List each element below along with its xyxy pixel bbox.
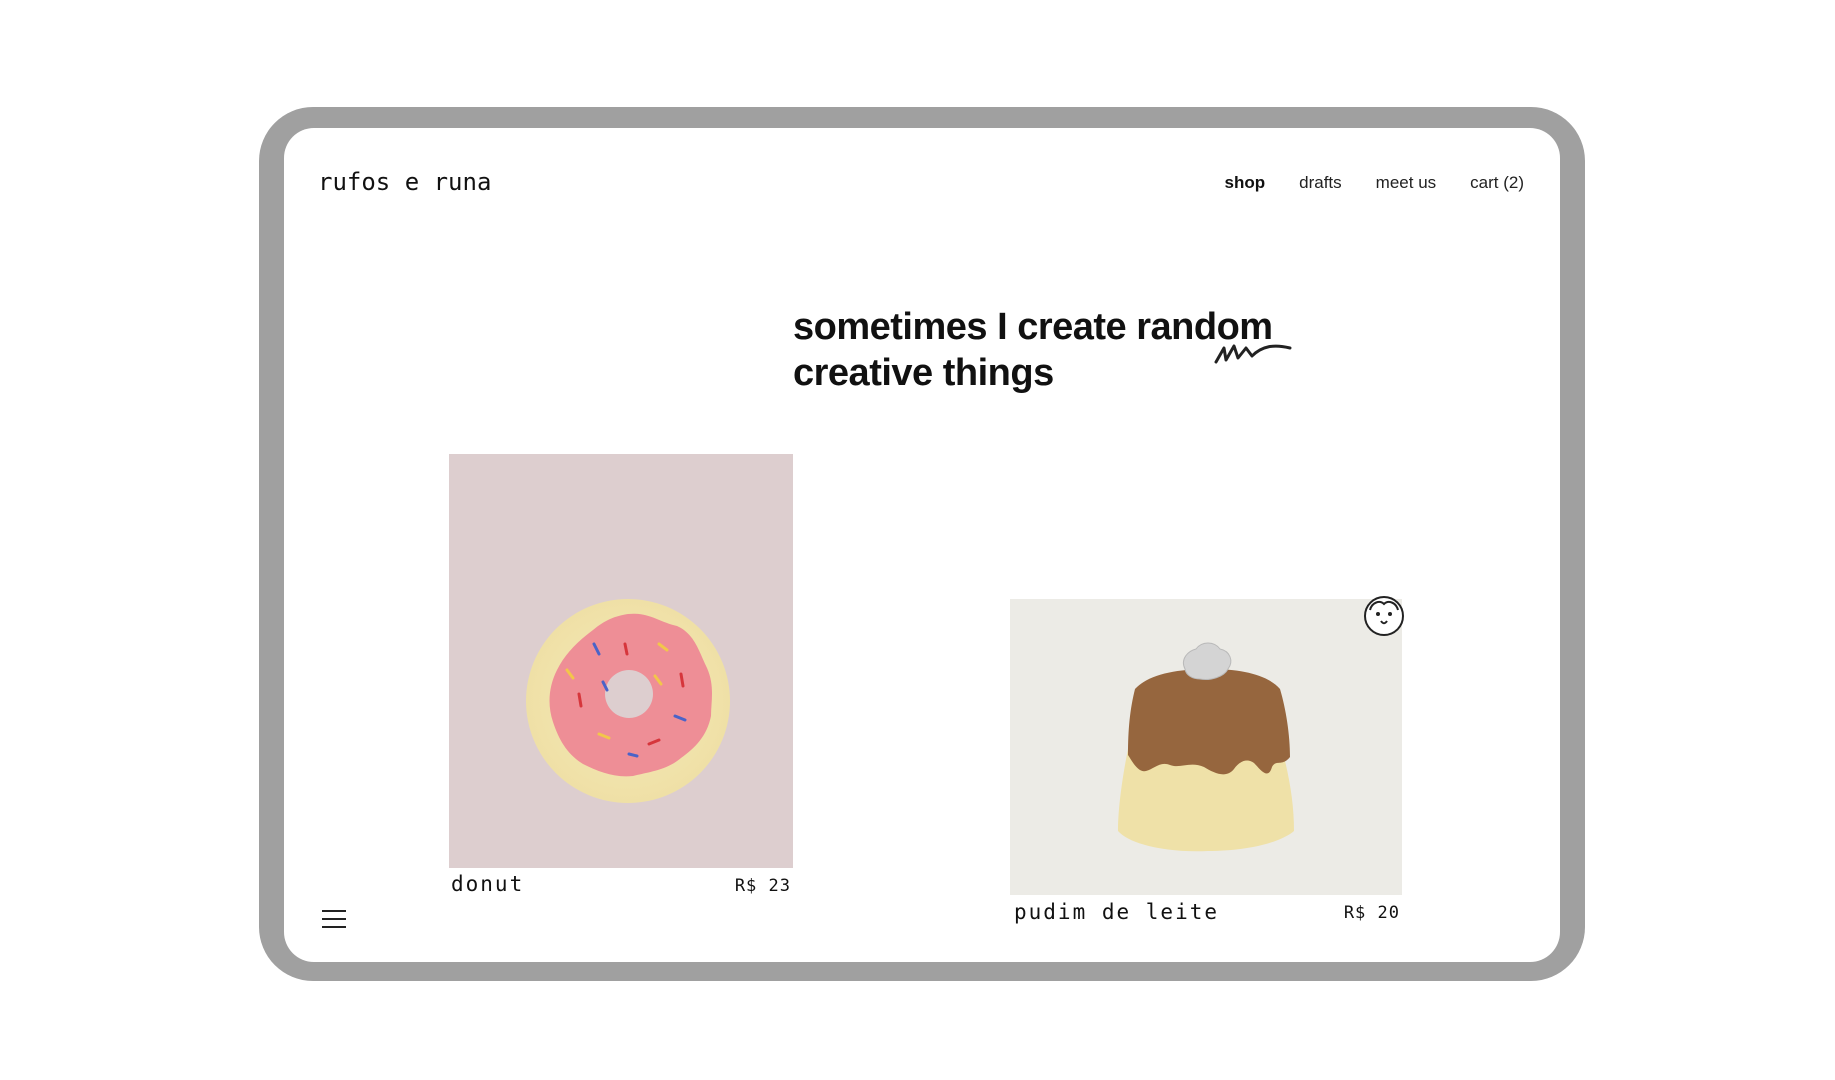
main-nav: shop drafts meet us cart (2)	[1191, 173, 1524, 193]
pudim-illustration	[1118, 642, 1294, 852]
hero-heading: sometimes I create random creative thing…	[793, 304, 1273, 396]
hero-line-1: sometimes I create random	[793, 306, 1273, 348]
product-price-donut: R$ 23	[734, 876, 791, 896]
product-name-pudim[interactable]: pudim de leite	[1014, 900, 1219, 924]
product-price-pudim: R$ 20	[1343, 903, 1400, 923]
nav-cart[interactable]: cart (2)	[1470, 173, 1524, 193]
dog-face-icon	[1364, 596, 1404, 636]
hamburger-menu-icon[interactable]	[320, 908, 348, 930]
donut-illustration	[526, 599, 730, 803]
product-image-pudim[interactable]	[1010, 599, 1402, 895]
hero-line-2: creative things	[793, 352, 1054, 394]
product-name-donut[interactable]: donut	[451, 872, 524, 896]
brand-logo[interactable]: rufos e runa	[318, 168, 491, 196]
product-card-donut[interactable]: donut R$ 23	[449, 454, 793, 896]
nav-meet-us[interactable]: meet us	[1376, 173, 1436, 193]
nav-shop[interactable]: shop	[1225, 173, 1266, 193]
nav-drafts[interactable]: drafts	[1299, 173, 1342, 193]
squiggle-icon	[1214, 344, 1292, 364]
product-image-donut[interactable]	[449, 454, 793, 868]
screen: rufos e runa shop drafts meet us cart (2…	[284, 128, 1560, 962]
device-frame: rufos e runa shop drafts meet us cart (2…	[259, 107, 1585, 981]
product-card-pudim[interactable]: pudim de leite R$ 20	[1010, 599, 1402, 929]
